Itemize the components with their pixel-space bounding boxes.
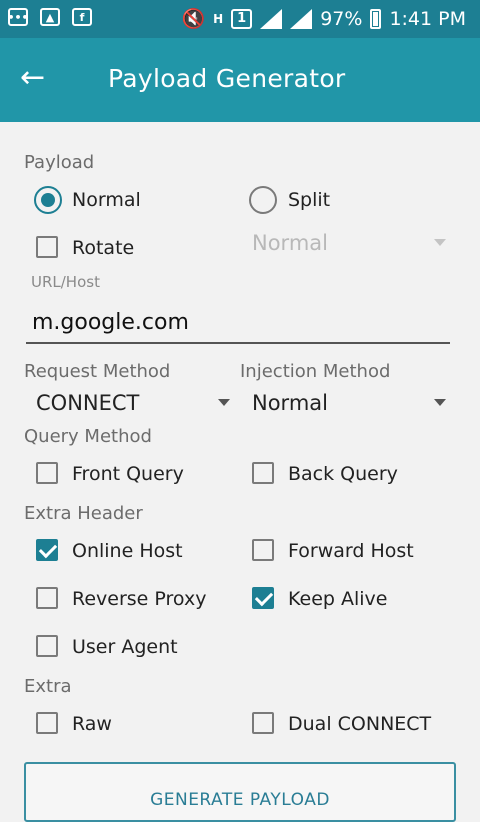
network-type: H (213, 11, 224, 26)
checkbox-reverse-proxy[interactable] (36, 587, 58, 609)
url-host-label: URL/Host (31, 273, 100, 291)
checkbox-back-query-label[interactable]: Back Query (288, 463, 398, 485)
message-icon: ••• (7, 8, 29, 26)
rotate-mode-dropdown[interactable]: Normal (252, 231, 328, 255)
checkbox-forward-host-label[interactable]: Forward Host (288, 540, 414, 562)
rotate-dropdown-arrow-icon (434, 239, 446, 246)
status-icons: 🔇 H 1 97% 1:41 PM (181, 7, 466, 31)
radio-normal-label[interactable]: Normal (72, 189, 141, 211)
checkbox-user-agent[interactable] (36, 635, 58, 657)
checkbox-keep-alive-label[interactable]: Keep Alive (288, 588, 387, 610)
checkbox-reverse-proxy-label[interactable]: Reverse Proxy (72, 588, 206, 610)
back-arrow-icon[interactable]: ← (20, 63, 45, 93)
checkbox-forward-host[interactable] (252, 539, 274, 561)
checkbox-keep-alive[interactable] (252, 587, 274, 609)
payload-label: Payload (24, 152, 95, 173)
checkbox-front-query-label[interactable]: Front Query (72, 463, 184, 485)
clock: 1:41 PM (389, 7, 466, 30)
generate-payload-button[interactable]: GENERATE PAYLOAD (24, 762, 456, 822)
facebook-icon: f (72, 8, 92, 26)
mute-icon: 🔇 (181, 8, 206, 30)
checkbox-raw[interactable] (36, 712, 58, 734)
checkbox-rotate-label[interactable]: Rotate (72, 237, 134, 259)
checkbox-online-host-label[interactable]: Online Host (72, 540, 183, 562)
battery-icon (370, 8, 382, 29)
battery-percent: 97% (320, 7, 363, 30)
checkbox-rotate[interactable] (36, 236, 58, 258)
checkbox-dual-connect-label[interactable]: Dual CONNECT (288, 713, 431, 735)
radio-split-label[interactable]: Split (288, 189, 330, 211)
url-host-value: m.google.com (32, 310, 189, 335)
request-dropdown-arrow-icon (218, 399, 230, 406)
checkbox-dual-connect[interactable] (252, 712, 274, 734)
status-bar: ••• ▲ f 🔇 H 1 97% 1:41 PM (0, 0, 480, 38)
injection-dropdown-arrow-icon (434, 399, 446, 406)
checkbox-front-query[interactable] (36, 462, 58, 484)
request-method-dropdown[interactable]: CONNECT (36, 391, 139, 415)
signal-icon (290, 8, 313, 29)
radio-split[interactable] (249, 186, 277, 214)
injection-method-label: Injection Method (240, 361, 391, 382)
image-icon: ▲ (40, 8, 60, 26)
checkbox-online-host[interactable] (36, 539, 58, 561)
extra-label: Extra (24, 676, 72, 697)
checkbox-raw-label[interactable]: Raw (72, 713, 112, 735)
checkbox-user-agent-label[interactable]: User Agent (72, 636, 178, 658)
checkbox-back-query[interactable] (252, 462, 274, 484)
injection-method-dropdown[interactable]: Normal (252, 391, 328, 415)
extra-header-label: Extra Header (24, 503, 143, 524)
sim-indicator: 1 (231, 8, 253, 29)
radio-normal[interactable] (34, 186, 62, 214)
url-host-input[interactable]: m.google.com (26, 306, 450, 344)
signal-icon (260, 8, 283, 29)
request-method-label: Request Method (24, 361, 171, 382)
query-method-label: Query Method (24, 426, 152, 447)
notification-icons: ••• ▲ f (7, 8, 92, 26)
page-title: Payload Generator (108, 64, 346, 93)
app-bar: ← Payload Generator (0, 38, 480, 122)
